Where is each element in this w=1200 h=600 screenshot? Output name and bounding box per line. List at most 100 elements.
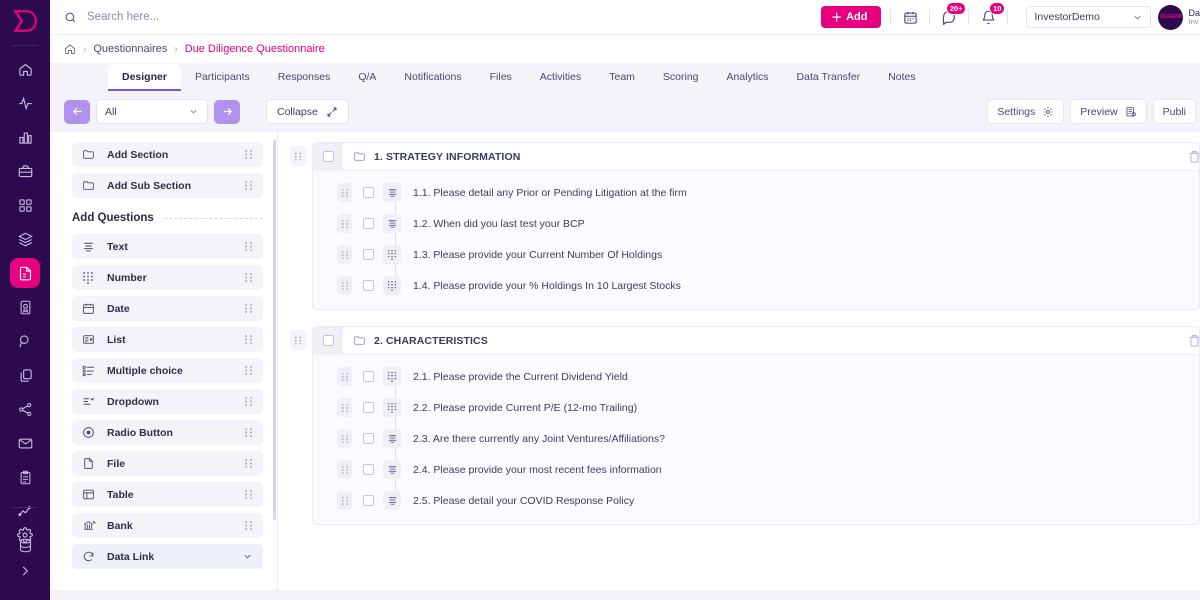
sidebar-item-home[interactable] — [10, 54, 40, 84]
drag-handle-icon[interactable] — [244, 427, 253, 438]
sidebar-item-settings[interactable] — [10, 520, 40, 550]
question-row[interactable]: 2.2. Please provide Current P/E (12-mo T… — [313, 392, 1199, 423]
question-checkbox[interactable] — [363, 464, 374, 475]
tab-qa[interactable]: Q/A — [344, 63, 390, 91]
palette-multiple-choice[interactable]: Multiple choice — [72, 358, 263, 383]
palette-bank[interactable]: Bank — [72, 513, 263, 538]
tab-analytics[interactable]: Analytics — [713, 63, 783, 91]
drag-handle-icon[interactable] — [244, 241, 253, 252]
sidebar-item-documents[interactable] — [10, 360, 40, 390]
sidebar-expand-button[interactable] — [10, 556, 40, 586]
drag-handle-icon[interactable] — [244, 458, 253, 469]
section-drag-handle[interactable] — [290, 330, 306, 350]
search-input[interactable] — [87, 11, 337, 23]
question-drag-handle[interactable] — [337, 214, 352, 233]
section-delete-button[interactable] — [1188, 150, 1199, 163]
palette-date[interactable]: Date — [72, 296, 263, 321]
settings-button[interactable]: Settings — [987, 99, 1065, 124]
drag-handle-icon[interactable] — [244, 272, 253, 283]
user-profile[interactable]: DILIGEND Da Inv — [1158, 4, 1200, 30]
drag-handle-icon[interactable] — [244, 334, 253, 345]
section-drag-handle[interactable] — [290, 146, 306, 166]
tab-participants[interactable]: Participants — [181, 63, 264, 91]
drag-handle-icon[interactable] — [244, 365, 253, 376]
question-drag-handle[interactable] — [337, 398, 352, 417]
question-checkbox[interactable] — [363, 495, 374, 506]
breadcrumb-home-button[interactable] — [64, 43, 76, 55]
question-checkbox[interactable] — [363, 187, 374, 198]
sidebar-item-dashboard[interactable] — [10, 190, 40, 220]
palette-file[interactable]: File — [72, 451, 263, 476]
tab-files[interactable]: Files — [476, 63, 526, 91]
chevron-down-icon[interactable] — [242, 551, 253, 562]
calendar-button[interactable] — [900, 7, 920, 27]
sidebar-item-mail[interactable] — [10, 428, 40, 458]
section-checkbox[interactable] — [322, 335, 334, 346]
question-row[interactable]: 1.3. Please provide your Current Number … — [313, 239, 1199, 270]
question-checkbox[interactable] — [363, 433, 374, 444]
tab-scoring[interactable]: Scoring — [649, 63, 713, 91]
add-button[interactable]: ＋ Add — [821, 6, 882, 28]
question-drag-handle[interactable] — [337, 491, 352, 510]
forward-button[interactable] — [214, 99, 240, 124]
sidebar-item-network[interactable] — [10, 394, 40, 424]
palette-dropdown[interactable]: Dropdown — [72, 389, 263, 414]
sidebar-item-certificates[interactable] — [10, 292, 40, 322]
sidebar-item-tasks[interactable] — [10, 462, 40, 492]
tab-team[interactable]: Team — [595, 63, 649, 91]
app-logo[interactable] — [0, 2, 50, 40]
question-drag-handle[interactable] — [337, 276, 352, 295]
drag-handle-icon[interactable] — [244, 396, 253, 407]
question-row[interactable]: 2.1. Please provide the Current Dividend… — [313, 361, 1199, 392]
palette-add-sub-section[interactable]: Add Sub Section — [72, 173, 263, 198]
question-row[interactable]: 1.2. When did you last test your BCP — [313, 208, 1199, 239]
question-row[interactable]: 2.3. Are there currently any Joint Ventu… — [313, 423, 1199, 454]
question-row[interactable]: 2.5. Please detail your COVID Response P… — [313, 485, 1199, 516]
drag-handle-icon[interactable] — [244, 149, 253, 160]
tab-notes[interactable]: Notes — [874, 63, 929, 91]
question-drag-handle[interactable] — [337, 183, 352, 202]
question-drag-handle[interactable] — [337, 429, 352, 448]
tab-activities[interactable]: Activities — [526, 63, 595, 91]
question-row[interactable]: 2.4. Please provide your most recent fee… — [313, 454, 1199, 485]
drag-handle-icon[interactable] — [244, 180, 253, 191]
palette-data-link[interactable]: Data Link — [72, 544, 263, 569]
publish-button[interactable]: Publi — [1152, 99, 1196, 124]
back-button[interactable] — [64, 99, 90, 124]
question-checkbox[interactable] — [363, 218, 374, 229]
sidebar-item-research[interactable] — [10, 326, 40, 356]
palette-radio-button[interactable]: Radio Button — [72, 420, 263, 445]
drag-handle-icon[interactable] — [244, 303, 253, 314]
sidebar-item-reports[interactable] — [10, 122, 40, 152]
tab-data-transfer[interactable]: Data Transfer — [783, 63, 875, 91]
filter-select[interactable]: All — [96, 99, 208, 124]
palette-scrollbar[interactable] — [273, 140, 276, 520]
question-checkbox[interactable] — [363, 280, 374, 291]
question-row[interactable]: 1.4. Please provide your % Holdings In 1… — [313, 270, 1199, 301]
breadcrumb-parent-link[interactable]: Questionnaires — [93, 43, 167, 55]
tab-notifications[interactable]: Notifications — [390, 63, 475, 91]
sidebar-item-layers[interactable] — [10, 224, 40, 254]
palette-table[interactable]: Table — [72, 482, 263, 507]
preview-button[interactable]: Preview — [1070, 99, 1147, 124]
question-drag-handle[interactable] — [337, 245, 352, 264]
palette-list[interactable]: List — [72, 327, 263, 352]
messages-button[interactable]: 20+ — [939, 2, 967, 27]
notifications-button[interactable]: 10 — [978, 2, 1006, 27]
drag-handle-icon[interactable] — [244, 520, 253, 531]
sidebar-item-questionnaires[interactable] — [10, 258, 40, 288]
question-drag-handle[interactable] — [337, 367, 352, 386]
question-checkbox[interactable] — [363, 402, 374, 413]
tab-designer[interactable]: Designer — [108, 64, 181, 91]
organization-select[interactable]: InvestorDemo — [1026, 6, 1152, 28]
palette-text[interactable]: Text — [72, 234, 263, 259]
sidebar-item-portfolio[interactable] — [10, 156, 40, 186]
question-checkbox[interactable] — [363, 371, 374, 382]
tab-responses[interactable]: Responses — [264, 63, 345, 91]
question-checkbox[interactable] — [363, 249, 374, 260]
question-drag-handle[interactable] — [337, 460, 352, 479]
question-row[interactable]: 1.1. Please detail any Prior or Pending … — [313, 177, 1199, 208]
palette-number[interactable]: Number — [72, 265, 263, 290]
drag-handle-icon[interactable] — [244, 489, 253, 500]
collapse-button[interactable]: Collapse — [266, 99, 349, 124]
